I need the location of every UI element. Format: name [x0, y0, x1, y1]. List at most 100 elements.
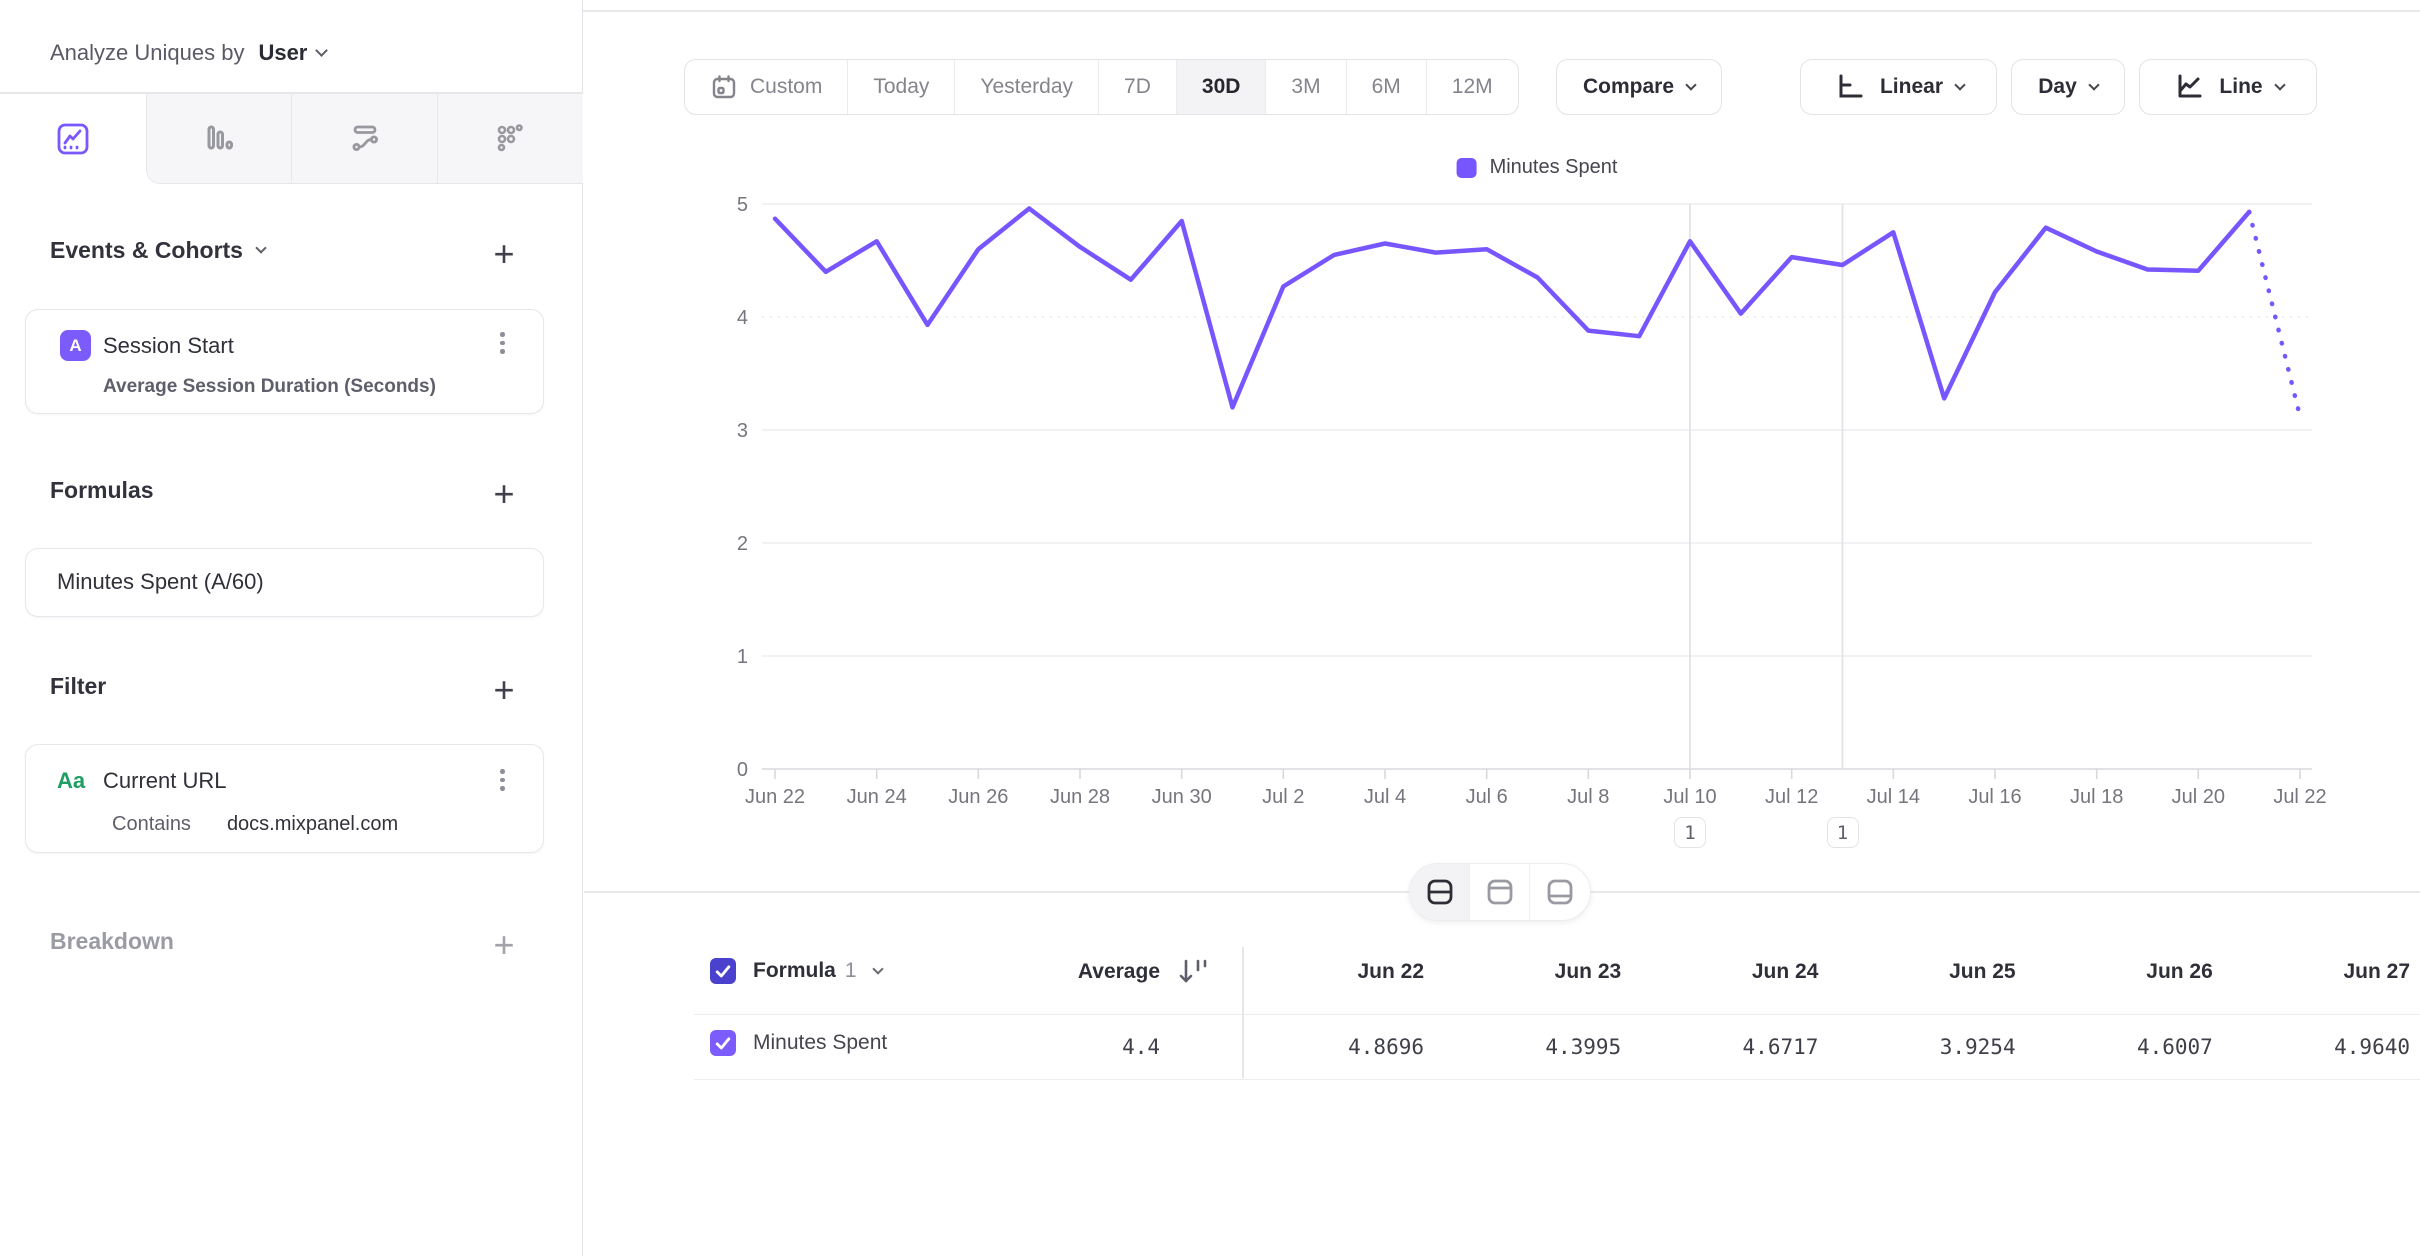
- svg-text:Jun 28: Jun 28: [1050, 786, 1110, 808]
- date-column-header[interactable]: Jun 23: [1431, 960, 1621, 984]
- view-toggle: [1409, 863, 1591, 921]
- chevron-down-icon: [2088, 79, 2099, 90]
- events-cohorts-heading[interactable]: Events & Cohorts: [50, 237, 265, 264]
- date-range-7d[interactable]: 7D: [1099, 60, 1177, 114]
- svg-text:Jul 20: Jul 20: [2172, 786, 2225, 808]
- svg-text:0: 0: [737, 759, 748, 781]
- date-column-header[interactable]: Jun 27: [2220, 960, 2410, 984]
- chart-view-toggle[interactable]: [1470, 864, 1530, 920]
- event-aggregation[interactable]: Average Session Duration (Seconds): [103, 376, 436, 398]
- filter-options-kebab-icon[interactable]: [494, 763, 511, 797]
- annotation-badge[interactable]: 1: [1674, 817, 1706, 848]
- average-value: 4.4: [980, 1035, 1160, 1059]
- row-checkbox[interactable]: [710, 1030, 736, 1056]
- add-filter-button[interactable]: +: [482, 668, 526, 712]
- calendar-icon: [710, 73, 738, 101]
- event-letter-badge: A: [60, 330, 91, 361]
- chart-type-label: Line: [2219, 75, 2262, 99]
- date-range-30d[interactable]: 30D: [1177, 60, 1267, 114]
- add-formula-button[interactable]: +: [482, 472, 526, 516]
- chevron-down-icon: [255, 242, 266, 253]
- add-event-button[interactable]: +: [482, 232, 526, 276]
- svg-text:2: 2: [737, 533, 748, 555]
- date-range-custom[interactable]: Custom: [685, 60, 848, 114]
- date-range-12m[interactable]: 12M: [1427, 60, 1518, 114]
- date-column-header[interactable]: Jun 24: [1628, 960, 1818, 984]
- line-chart-tab-icon: [53, 119, 93, 159]
- row-label[interactable]: Minutes Spent: [753, 1031, 887, 1055]
- svg-text:Jul 16: Jul 16: [1968, 786, 2021, 808]
- analyze-uniques-control[interactable]: Analyze Uniques by User: [50, 33, 326, 73]
- svg-text:5: 5: [737, 194, 748, 216]
- svg-text:Jun 24: Jun 24: [847, 786, 907, 808]
- select-all-checkbox[interactable]: [710, 958, 736, 984]
- chart-view-icon: [1483, 875, 1517, 909]
- svg-text:Jun 30: Jun 30: [1152, 786, 1212, 808]
- event-name[interactable]: Session Start: [103, 333, 234, 359]
- analyze-uniques-value[interactable]: User: [258, 40, 307, 66]
- property-type-badge: Aa: [57, 768, 85, 794]
- cell-value: 4.6717: [1628, 1035, 1818, 1059]
- filter-operator[interactable]: Contains: [112, 813, 191, 836]
- date-range-6m[interactable]: 6M: [1347, 60, 1427, 114]
- line-chart-type-icon: [2172, 70, 2206, 104]
- table-bottom-divider: [694, 1079, 2420, 1080]
- tab-metrics[interactable]: [437, 94, 583, 184]
- svg-text:Jul 22: Jul 22: [2273, 786, 2326, 808]
- linear-scale-icon: [1833, 70, 1867, 104]
- svg-text:Jun 26: Jun 26: [948, 786, 1008, 808]
- filter-value[interactable]: docs.mixpanel.com: [227, 813, 398, 836]
- date-range-yesterday[interactable]: Yesterday: [955, 60, 1099, 114]
- compare-button[interactable]: Compare: [1556, 59, 1722, 115]
- average-column-header[interactable]: Average: [980, 960, 1160, 984]
- granularity-label: Day: [2038, 75, 2077, 99]
- filter-card-current-url[interactable]: Aa Current URL Contains docs.mixpanel.co…: [25, 744, 544, 853]
- granularity-button[interactable]: Day: [2011, 59, 2125, 115]
- tab-flows[interactable]: [291, 94, 437, 184]
- chart-type-button[interactable]: Line: [2139, 59, 2317, 115]
- svg-text:3: 3: [737, 420, 748, 442]
- breakdown-heading: Breakdown: [50, 928, 174, 955]
- legend-minutes-spent[interactable]: Minutes Spent: [1457, 156, 1618, 179]
- svg-text:Jul 14: Jul 14: [1867, 786, 1920, 808]
- filter-heading: Filter: [50, 673, 106, 700]
- formula-card[interactable]: Minutes Spent (A/60): [25, 548, 544, 617]
- formulas-heading: Formulas: [50, 477, 154, 504]
- event-options-kebab-icon[interactable]: [494, 326, 511, 360]
- formula-name[interactable]: Minutes Spent (A/60): [57, 569, 264, 595]
- row-group-label[interactable]: Formula: [753, 959, 836, 983]
- cell-value: 3.9254: [1826, 1035, 2016, 1059]
- flow-tab-icon: [345, 118, 385, 158]
- formulas-label: Formulas: [50, 477, 154, 504]
- table-row-divider: [694, 1014, 2420, 1015]
- date-range-3m[interactable]: 3M: [1266, 60, 1346, 114]
- date-column-header[interactable]: Jun 26: [2023, 960, 2213, 984]
- svg-text:Jul 10: Jul 10: [1663, 786, 1716, 808]
- date-range-selector: CustomTodayYesterday7D30D3M6M12M: [684, 59, 1519, 115]
- table-view-toggle[interactable]: [1530, 864, 1590, 920]
- breakdown-label: Breakdown: [50, 928, 174, 955]
- date-column-header[interactable]: Jun 25: [1826, 960, 2016, 984]
- tab-bar-chart[interactable]: [146, 94, 292, 184]
- svg-text:Jul 2: Jul 2: [1262, 786, 1304, 808]
- chevron-down-icon: [316, 44, 329, 57]
- sort-descending-icon[interactable]: [1176, 954, 1216, 990]
- split-view-icon: [1423, 875, 1457, 909]
- event-card-session-start[interactable]: A Session Start Average Session Duration…: [25, 309, 544, 414]
- add-breakdown-button[interactable]: +: [482, 923, 526, 967]
- legend-label: Minutes Spent: [1490, 156, 1618, 179]
- svg-text:1: 1: [737, 646, 748, 668]
- split-view-toggle[interactable]: [1410, 864, 1470, 920]
- scale-button[interactable]: Linear: [1800, 59, 1997, 115]
- scale-label: Linear: [1880, 75, 1943, 99]
- chevron-down-icon: [2274, 79, 2285, 90]
- tab-insights-active[interactable]: [0, 94, 146, 184]
- filter-property-name[interactable]: Current URL: [103, 768, 226, 794]
- annotation-badge[interactable]: 1: [1827, 817, 1859, 848]
- date-column-header[interactable]: Jun 22: [1234, 960, 1424, 984]
- svg-text:Jul 12: Jul 12: [1765, 786, 1818, 808]
- bar-chart-tab-icon: [199, 118, 239, 158]
- date-range-today[interactable]: Today: [848, 60, 955, 114]
- events-cohorts-label: Events & Cohorts: [50, 237, 243, 264]
- table-view-icon: [1543, 875, 1577, 909]
